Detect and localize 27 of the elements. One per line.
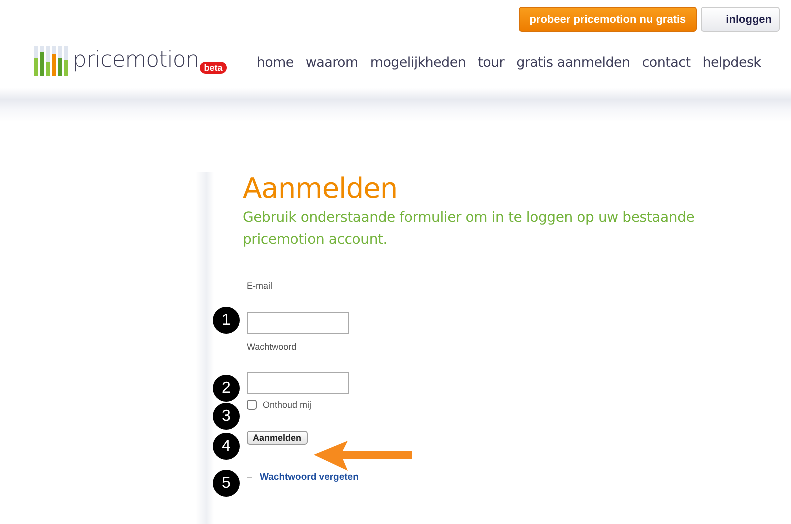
step-marker: 4 bbox=[213, 433, 240, 460]
intro-text: Gebruik onderstaande formulier om in te loggen op uw bestaande pricemotion account. bbox=[243, 208, 696, 250]
password-field[interactable] bbox=[247, 372, 349, 394]
bars-logo-icon bbox=[33, 44, 69, 78]
logo-text: pricemotion bbox=[73, 50, 200, 72]
step-marker: 1 bbox=[213, 307, 240, 334]
nav-link[interactable]: gratis aanmelden bbox=[516, 55, 630, 71]
email-field[interactable] bbox=[247, 312, 349, 334]
bullet-dash: – bbox=[247, 472, 252, 482]
nav-link[interactable]: contact bbox=[642, 55, 691, 71]
beta-badge: beta bbox=[200, 62, 227, 74]
nav-link[interactable]: tour bbox=[478, 55, 505, 71]
login-button[interactable]: inloggen bbox=[701, 7, 780, 32]
step-marker: 3 bbox=[213, 403, 240, 430]
nav-link[interactable]: helpdesk bbox=[702, 55, 762, 71]
password-label: Wachtwoord bbox=[247, 342, 298, 352]
email-label: E-mail bbox=[247, 280, 274, 291]
nav-link[interactable]: home bbox=[256, 55, 294, 71]
remember-label: Onthoud mij bbox=[263, 400, 312, 410]
page-title: Aanmelden bbox=[243, 174, 399, 205]
nav-link[interactable]: mogelijkheden bbox=[370, 55, 466, 71]
step-marker: 5 bbox=[213, 470, 240, 497]
step-marker: 2 bbox=[213, 375, 240, 402]
submit-button[interactable]: Aanmelden bbox=[247, 430, 308, 445]
forgot-password-link[interactable]: Wachtwoord vergeten bbox=[260, 472, 359, 483]
remember-checkbox[interactable] bbox=[247, 400, 257, 410]
nav-link[interactable]: waarom bbox=[306, 55, 358, 71]
